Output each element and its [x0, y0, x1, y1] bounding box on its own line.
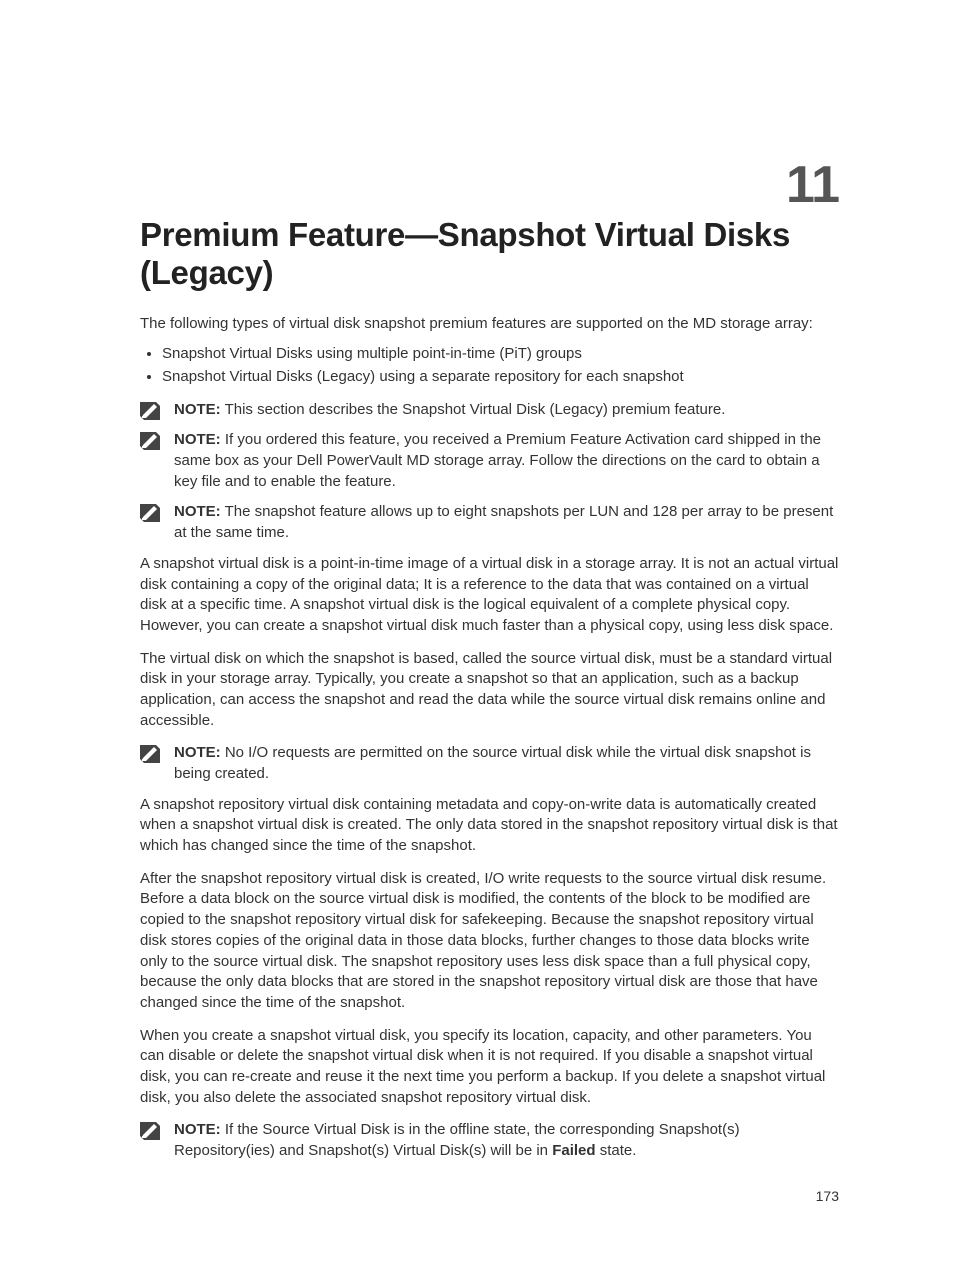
note-body: The snapshot feature allows up to eight …	[174, 503, 833, 541]
body-paragraph: A snapshot virtual disk is a point-in-ti…	[140, 554, 839, 637]
note-icon	[140, 504, 160, 522]
body-paragraph: After the snapshot repository virtual di…	[140, 869, 839, 1014]
note-body: No I/O requests are permitted on the sou…	[174, 744, 811, 782]
list-item: Snapshot Virtual Disks using multiple po…	[162, 344, 839, 365]
note-body: If you ordered this feature, you receive…	[174, 431, 821, 489]
note-body: This section describes the Snapshot Virt…	[225, 401, 726, 418]
intro-text: The following types of virtual disk snap…	[140, 314, 839, 335]
note-block: NOTE: If the Source Virtual Disk is in t…	[140, 1120, 839, 1161]
body-paragraph: A snapshot repository virtual disk conta…	[140, 795, 839, 857]
note-block: NOTE: This section describes the Snapsho…	[140, 400, 839, 421]
page-title: Premium Feature—Snapshot Virtual Disks (…	[140, 216, 839, 292]
note-label: NOTE:	[174, 431, 221, 448]
body-paragraph: When you create a snapshot virtual disk,…	[140, 1026, 839, 1109]
note-block: NOTE: No I/O requests are permitted on t…	[140, 743, 839, 784]
note-body-bold: Failed	[552, 1142, 595, 1159]
note-icon	[140, 402, 160, 420]
note-label: NOTE:	[174, 744, 221, 761]
note-block: NOTE: The snapshot feature allows up to …	[140, 502, 839, 543]
note-label: NOTE:	[174, 1121, 221, 1138]
note-text: NOTE: The snapshot feature allows up to …	[174, 502, 839, 543]
note-block: NOTE: If you ordered this feature, you r…	[140, 430, 839, 492]
note-body-prefix: If the Source Virtual Disk is in the off…	[174, 1121, 740, 1159]
note-text: NOTE: If the Source Virtual Disk is in t…	[174, 1120, 839, 1161]
note-icon	[140, 432, 160, 450]
chapter-number: 11	[140, 150, 839, 222]
list-item: Snapshot Virtual Disks (Legacy) using a …	[162, 367, 839, 388]
feature-type-list: Snapshot Virtual Disks using multiple po…	[140, 344, 839, 387]
note-icon	[140, 745, 160, 763]
note-text: NOTE: No I/O requests are permitted on t…	[174, 743, 839, 784]
note-label: NOTE:	[174, 503, 221, 520]
note-text: NOTE: If you ordered this feature, you r…	[174, 430, 839, 492]
body-paragraph: The virtual disk on which the snapshot i…	[140, 649, 839, 732]
note-body-suffix: state.	[596, 1142, 637, 1159]
note-text: NOTE: This section describes the Snapsho…	[174, 400, 839, 421]
note-icon	[140, 1122, 160, 1140]
note-label: NOTE:	[174, 401, 221, 418]
page-number: 173	[816, 1187, 839, 1206]
